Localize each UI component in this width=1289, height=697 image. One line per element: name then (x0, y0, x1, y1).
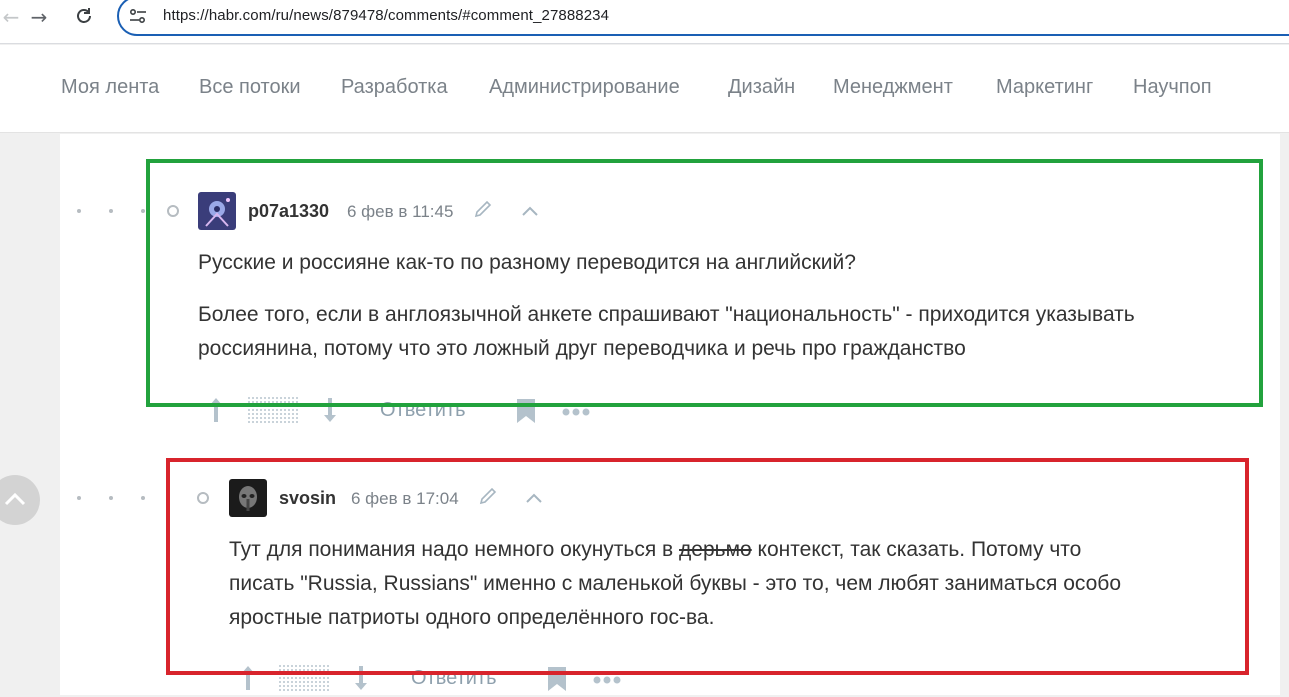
thread-dot (77, 209, 81, 213)
nav-item-development[interactable]: Разработка (341, 76, 448, 99)
highlight-box-green (146, 159, 1263, 407)
nav-item-management[interactable]: Менеджмент (833, 76, 953, 99)
thread-dot (141, 209, 145, 213)
reload-icon[interactable] (73, 6, 95, 28)
thread-dot (141, 496, 145, 500)
scroll-top-button[interactable] (0, 475, 40, 525)
thread-dot (77, 496, 81, 500)
thread-dot (109, 496, 113, 500)
url-text[interactable]: https://habr.com/ru/news/879478/comments… (163, 7, 609, 24)
chevron-up-icon (4, 492, 26, 506)
browser-toolbar: ← → https://habr.com/ru/news/879478/comm… (0, 0, 1289, 44)
nav-item-all-streams[interactable]: Все потоки (199, 76, 301, 99)
nav-item-my-feed[interactable]: Моя лента (61, 76, 159, 99)
site-navigation: Моя лента Все потоки Разработка Админист… (0, 45, 1289, 133)
nav-item-administration[interactable]: Администрирование (489, 76, 680, 99)
highlight-box-red (166, 458, 1249, 675)
site-info-icon[interactable] (128, 6, 148, 26)
nav-item-design[interactable]: Дизайн (728, 76, 795, 99)
nav-item-popular-science[interactable]: Научпоп (1133, 76, 1212, 99)
nav-item-marketing[interactable]: Маркетинг (996, 76, 1093, 99)
forward-arrow-icon[interactable]: → (28, 6, 50, 28)
thread-dot (109, 209, 113, 213)
back-arrow-icon[interactable]: ← (0, 6, 22, 28)
